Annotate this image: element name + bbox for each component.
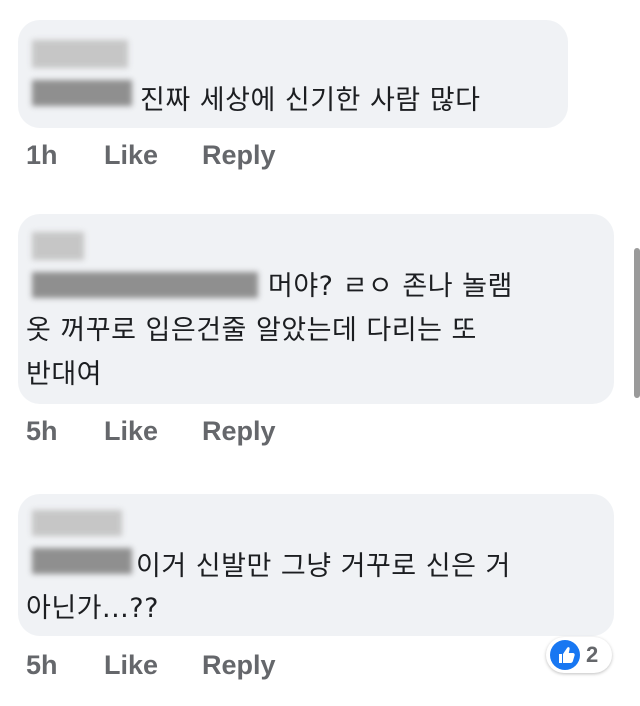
reply-button[interactable]: Reply xyxy=(202,650,276,681)
blurred-author-name xyxy=(32,40,128,68)
like-button[interactable]: Like xyxy=(104,140,158,171)
comment-text: 머야? ㄹㅇ 존나 놀램 xyxy=(268,271,513,302)
reply-button[interactable]: Reply xyxy=(202,416,276,447)
comment-text: 옷 꺼꾸로 입은건줄 알았는데 다리는 또 xyxy=(26,315,477,346)
comment-timestamp[interactable]: 5h xyxy=(26,650,58,681)
blurred-author-name xyxy=(32,272,258,298)
like-button[interactable]: Like xyxy=(104,650,158,681)
comment-timestamp[interactable]: 1h xyxy=(26,140,58,171)
reaction-count: 2 xyxy=(586,642,599,667)
reply-button[interactable]: Reply xyxy=(202,140,276,171)
comment-timestamp[interactable]: 5h xyxy=(26,416,58,447)
comment-text: 이거 신발만 그냥 거꾸로 신은 거 xyxy=(136,551,511,582)
comment-text: 진짜 세상에 신기한 사람 많다 xyxy=(140,85,481,116)
thumbs-up-icon xyxy=(550,640,580,670)
comment-text: 아닌가...?? xyxy=(26,593,159,624)
blurred-author-name xyxy=(32,510,122,536)
blurred-author-name xyxy=(32,80,132,106)
blurred-author-name xyxy=(32,548,132,574)
like-button[interactable]: Like xyxy=(104,416,158,447)
comment-bubble: 진짜 세상에 신기한 사람 많다 xyxy=(18,20,568,128)
comment-bubble: 이거 신발만 그냥 거꾸로 신은 거 아닌가...?? xyxy=(18,494,614,636)
blurred-author-name xyxy=(32,232,84,260)
reaction-summary[interactable]: 2 xyxy=(546,637,612,673)
scrollbar[interactable] xyxy=(634,248,640,398)
comment-text: 반대여 xyxy=(26,359,103,390)
comment-bubble: 머야? ㄹㅇ 존나 놀램 옷 꺼꾸로 입은건줄 알았는데 다리는 또 반대여 xyxy=(18,214,614,404)
